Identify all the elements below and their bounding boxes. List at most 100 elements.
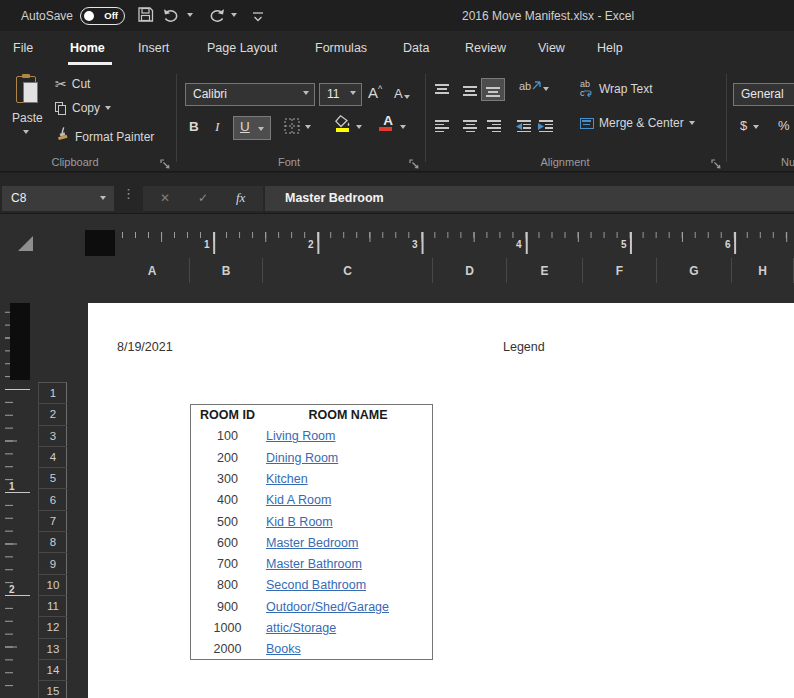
- cancel-icon[interactable]: ✕: [160, 191, 170, 205]
- font-name-combobox[interactable]: Calibri: [185, 83, 315, 106]
- room-link[interactable]: Second Bathroom: [266, 578, 366, 592]
- align-bottom-button[interactable]: [481, 78, 505, 101]
- tab-page-layout[interactable]: Page Layout: [207, 41, 277, 55]
- align-left-button[interactable]: [431, 116, 453, 136]
- undo-dropdown-icon[interactable]: [187, 13, 193, 17]
- merge-center-button[interactable]: Merge & Center: [580, 116, 695, 130]
- insert-function-icon[interactable]: fx: [236, 190, 245, 206]
- tab-home[interactable]: Home: [70, 41, 105, 55]
- format-painter-button[interactable]: Format Painter: [55, 127, 154, 146]
- undo-button[interactable]: [163, 8, 181, 26]
- accounting-format-button[interactable]: $: [740, 118, 747, 133]
- italic-button[interactable]: I: [215, 119, 220, 135]
- row-header-12[interactable]: 12: [38, 617, 67, 638]
- row-header-5[interactable]: 5: [38, 468, 67, 489]
- row-header-3[interactable]: 3: [38, 426, 67, 447]
- active-tab-underline: [68, 62, 112, 65]
- row-header-8[interactable]: 8: [38, 532, 67, 553]
- increase-font-size-button[interactable]: A^: [368, 84, 382, 101]
- tab-review[interactable]: Review: [465, 41, 506, 55]
- room-link[interactable]: Kid A Room: [266, 493, 331, 507]
- fill-color-dropdown-icon[interactable]: [356, 125, 362, 129]
- underline-button[interactable]: U: [233, 116, 271, 140]
- copy-button[interactable]: Copy: [55, 101, 111, 115]
- borders-dropdown-icon[interactable]: [305, 125, 311, 129]
- column-header-h[interactable]: H: [732, 258, 794, 283]
- save-icon[interactable]: [137, 6, 154, 27]
- column-header-f[interactable]: F: [583, 258, 657, 283]
- paste-icon[interactable]: [16, 76, 42, 108]
- wrap-text-button[interactable]: abc Wrap Text: [580, 80, 653, 98]
- font-dialog-launcher-icon[interactable]: [409, 156, 421, 168]
- decrease-font-size-button[interactable]: A: [394, 86, 409, 101]
- accounting-dropdown-icon[interactable]: [753, 125, 759, 129]
- tab-file[interactable]: File: [13, 41, 33, 55]
- row-header-9[interactable]: 9: [38, 553, 67, 574]
- name-box[interactable]: C8: [2, 186, 114, 211]
- row-header-11[interactable]: 11: [38, 596, 67, 617]
- alignment-dialog-launcher-icon[interactable]: [711, 156, 723, 168]
- number-format-combobox[interactable]: General: [733, 83, 794, 106]
- row-header-4[interactable]: 4: [38, 447, 67, 468]
- cut-button[interactable]: ✂ Cut: [55, 76, 90, 92]
- font-color-button[interactable]: A: [379, 113, 397, 133]
- column-header-g[interactable]: G: [657, 258, 732, 283]
- column-header-b[interactable]: B: [190, 258, 263, 283]
- row-header-7[interactable]: 7: [38, 511, 67, 532]
- row-header-2[interactable]: 2: [38, 404, 67, 425]
- copy-dropdown-icon[interactable]: [105, 106, 111, 110]
- row-header-13[interactable]: 13: [38, 639, 67, 660]
- fill-color-button[interactable]: [335, 114, 353, 134]
- merge-center-dropdown-icon[interactable]: [689, 121, 695, 125]
- align-top-button[interactable]: [431, 80, 453, 100]
- redo-dropdown-icon[interactable]: [231, 13, 237, 17]
- column-header-a[interactable]: A: [115, 258, 190, 283]
- formula-bar-input[interactable]: Master Bedroom: [265, 186, 794, 211]
- tab-data[interactable]: Data: [403, 41, 429, 55]
- redo-button[interactable]: [207, 8, 225, 26]
- row-header-15[interactable]: 15: [38, 681, 67, 698]
- percent-style-button[interactable]: %: [778, 118, 790, 133]
- tab-formulas[interactable]: Formulas: [315, 41, 367, 55]
- tab-help[interactable]: Help: [597, 41, 623, 55]
- room-link[interactable]: Living Room: [266, 429, 335, 443]
- orientation-dropdown-icon[interactable]: [543, 87, 549, 91]
- align-center-button[interactable]: [459, 116, 481, 136]
- room-link[interactable]: Kitchen: [266, 472, 308, 486]
- room-link[interactable]: Outdoor/Shed/Garage: [266, 600, 389, 614]
- row-header-6[interactable]: 6: [38, 489, 67, 510]
- room-name-header: ROOM NAME: [264, 408, 432, 422]
- room-link[interactable]: Master Bedroom: [266, 536, 358, 550]
- font-group-label: Font: [264, 156, 314, 168]
- tab-view[interactable]: View: [538, 41, 565, 55]
- align-right-button[interactable]: [483, 116, 505, 136]
- align-middle-button[interactable]: [459, 80, 481, 100]
- column-header-c[interactable]: C: [263, 258, 433, 283]
- room-link[interactable]: attic/Storage: [266, 621, 336, 635]
- decrease-indent-button[interactable]: [513, 116, 535, 136]
- borders-button[interactable]: [284, 118, 300, 138]
- room-link[interactable]: Dining Room: [266, 451, 338, 465]
- paste-button[interactable]: Paste: [12, 111, 43, 125]
- customize-qat-icon[interactable]: [252, 9, 264, 27]
- clipboard-dialog-launcher-icon[interactable]: [160, 156, 172, 168]
- font-size-combobox[interactable]: 11: [319, 83, 362, 106]
- increase-indent-button[interactable]: [535, 116, 557, 136]
- bold-button[interactable]: B: [189, 119, 199, 134]
- tab-insert[interactable]: Insert: [138, 41, 169, 55]
- room-link[interactable]: Books: [266, 642, 301, 656]
- column-header-d[interactable]: D: [433, 258, 507, 283]
- orientation-button[interactable]: ab: [519, 80, 542, 92]
- room-link[interactable]: Master Bathroom: [266, 557, 362, 571]
- paste-dropdown-icon[interactable]: [23, 130, 29, 134]
- row-header-14[interactable]: 14: [38, 660, 67, 681]
- row-header-10[interactable]: 10: [38, 575, 67, 596]
- row-headers: 1 2 3 4 5 6 7 8 9 10 11 12 13 14 15: [38, 382, 67, 698]
- enter-icon[interactable]: ✓: [198, 191, 208, 205]
- room-link[interactable]: Kid B Room: [266, 515, 333, 529]
- select-all-button[interactable]: [18, 236, 33, 251]
- autosave-toggle[interactable]: Off: [80, 7, 125, 25]
- font-color-dropdown-icon[interactable]: [400, 125, 406, 129]
- row-header-1[interactable]: 1: [38, 383, 67, 404]
- column-header-e[interactable]: E: [507, 258, 583, 283]
